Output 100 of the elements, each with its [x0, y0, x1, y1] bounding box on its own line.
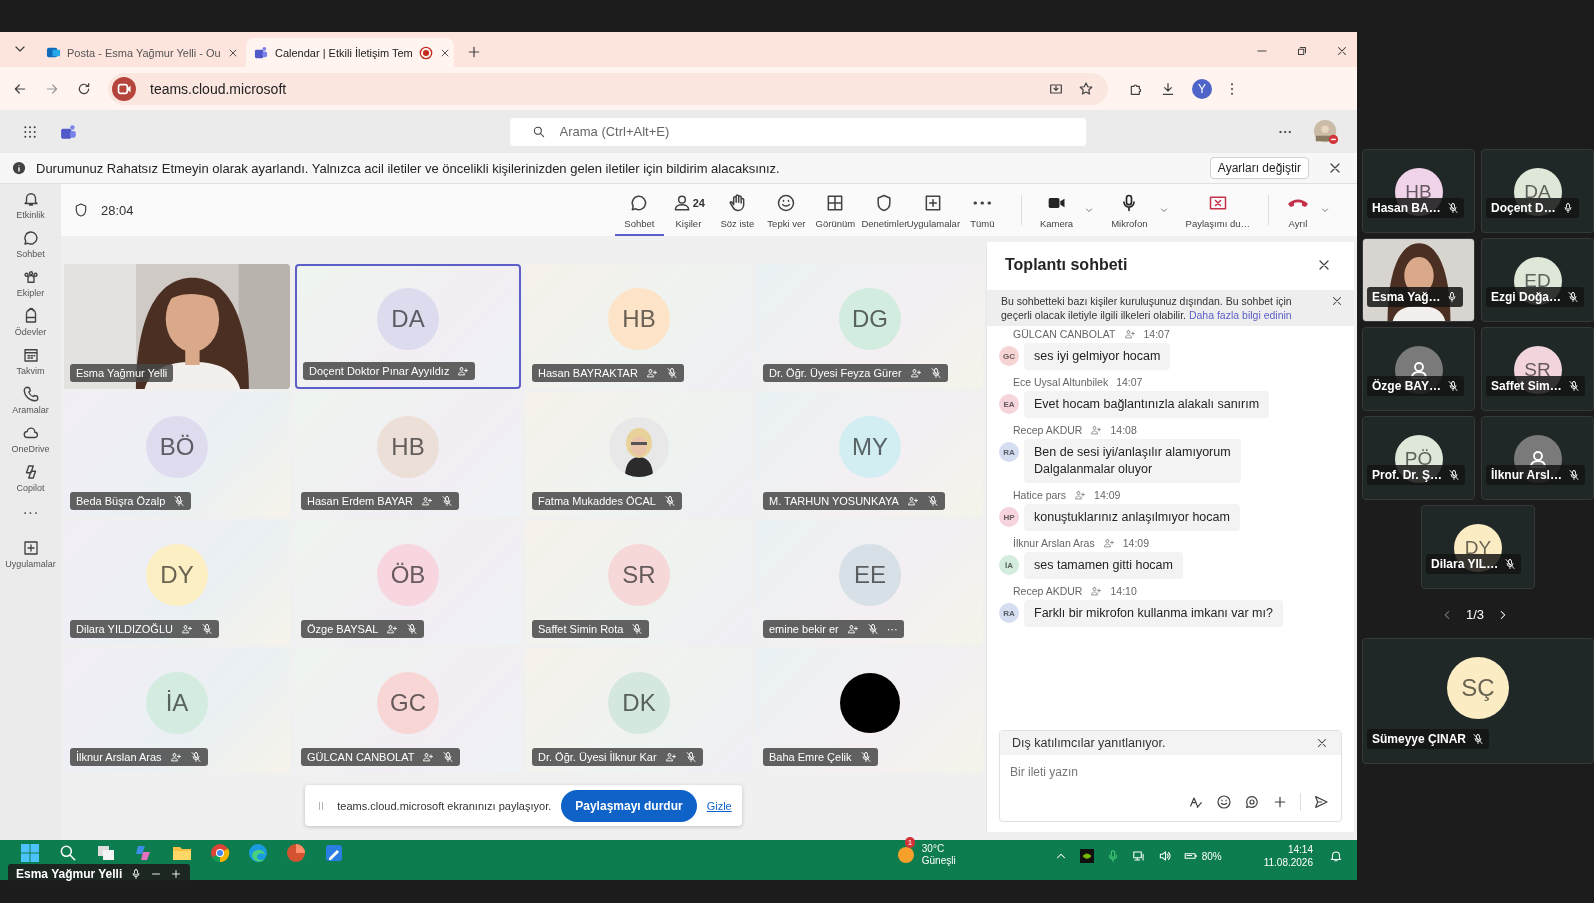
toolbar-button[interactable]: Kamera	[1035, 184, 1078, 236]
close-icon[interactable]	[1330, 294, 1344, 308]
pen-app-icon[interactable]	[324, 843, 344, 863]
windows-start-icon[interactable]	[20, 843, 40, 863]
participant-tile[interactable]: HB Hasan BAYRAKTAR	[526, 264, 752, 389]
status-notice: Durumunuz Rahatsız Etmeyin olarak ayarlandı. Yalnızca acil iletiler ve öncelikli kişilerinizden gelen iletiler için bildirim alacaksınız.	[36, 160, 780, 176]
participant-tile[interactable]: DY Dilara YIL…	[1421, 505, 1535, 589]
phone-icon	[1287, 198, 1309, 208]
participant-tile[interactable]: SR Saffet Simin Rota	[526, 520, 752, 645]
participant-name: Beda Büşra Özalp	[76, 495, 166, 507]
participant-tile[interactable]: Fatma Mukaddes ÖCAL	[526, 392, 752, 517]
browser-tab[interactable]: Calendar | Etkili İletişim Tem	[246, 38, 454, 67]
search-icon[interactable]	[58, 843, 78, 863]
participant-tile[interactable]: DA Doçent Doktor Pınar Ayyıldız	[295, 264, 521, 389]
app-launcher-icon[interactable]	[22, 123, 38, 140]
participant-tile[interactable]: HB Hasan Erdem BAYAR	[295, 392, 521, 517]
search-input[interactable]: Arama (Ctrl+Alt+E)	[557, 123, 1074, 140]
slides-app-icon[interactable]	[286, 843, 306, 863]
participant-tile[interactable]: Esma Yağ…	[1362, 238, 1475, 322]
toolbar-button[interactable]: Tepki ver	[761, 184, 811, 236]
bell-icon[interactable]	[1329, 849, 1343, 863]
toolbar-button[interactable]: Denetimler	[859, 184, 909, 236]
participant-name: Esma Yağmur Yelli	[76, 367, 168, 379]
participant-tile[interactable]: ED Ezgi Doğa…	[1481, 238, 1594, 322]
avatar: İA	[999, 555, 1019, 575]
toolbar-button[interactable]: 24 Kişiler	[663, 184, 713, 236]
participant-tile[interactable]: İlknur Arsl…	[1481, 416, 1594, 500]
participant-tile[interactable]: HB Hasan BA…	[1362, 149, 1475, 233]
message-field[interactable]: Bir ileti yazın	[1000, 755, 1341, 789]
participant-tile[interactable]: GC GÜLCAN CANBOLAT	[295, 648, 521, 773]
toolbar-button[interactable]: Sohbet	[614, 184, 664, 236]
site-icon	[112, 76, 136, 101]
new-tab-icon[interactable]	[466, 44, 482, 60]
participant-tile[interactable]: İA İlknur Arslan Aras	[64, 648, 290, 773]
rail-item[interactable]: Etkinlik	[1, 190, 60, 220]
more-apps-button[interactable]: ···	[22, 502, 39, 530]
close-icon[interactable]	[1315, 736, 1329, 750]
participant-tile[interactable]: DG Dr. Öğr. Üyesi Feyza Gürer	[757, 264, 983, 389]
participant-tile[interactable]: Baha Emre Çelik	[757, 648, 983, 773]
profile-avatar[interactable]: Y	[1192, 78, 1212, 99]
participant-tile[interactable]: ÖB Özge BAYSAL	[295, 520, 521, 645]
wave-browser-icon[interactable]	[248, 843, 268, 863]
browser-icon[interactable]	[210, 843, 230, 863]
participant-tile[interactable]: DY Dilara YILDIZOĞLU	[64, 520, 290, 645]
rail-item[interactable]: Aramalar	[1, 385, 60, 415]
reload-icon[interactable]	[76, 80, 92, 97]
rail-item[interactable]: Ödevler	[1, 307, 60, 337]
search-field[interactable]: Arama (Ctrl+Alt+E)	[509, 117, 1086, 146]
rail-item[interactable]: Copilot	[1, 463, 60, 493]
participant-tile[interactable]: DK Dr. Öğr. Üyesi İlknur Kar	[526, 648, 752, 773]
send-icon[interactable]	[1313, 794, 1329, 810]
change-settings-button[interactable]: Ayarları değiştir	[1209, 157, 1309, 179]
participant-tile[interactable]: SÇ Sümeyye ÇINAR	[1362, 638, 1594, 764]
participant-tile[interactable]: PÖ Prof. Dr. Ş…	[1362, 416, 1475, 500]
star-icon[interactable]	[1078, 80, 1094, 97]
rail-item[interactable]: Uygulamalar	[1, 539, 60, 569]
toolbar-button[interactable]: Paylaşımı du…	[1181, 184, 1254, 236]
browser-tab[interactable]: Posta - Esma Yağmur Yelli - Ou	[38, 38, 246, 67]
more-button[interactable]: ···	[886, 623, 898, 635]
participant-tile[interactable]: MY M. TARHUN YOSUNKAYA	[757, 392, 983, 517]
download-icon[interactable]	[1160, 80, 1176, 97]
toolbar-button[interactable]: Görünüm	[810, 184, 860, 236]
volume-icon[interactable]	[1157, 849, 1172, 863]
participant-tile[interactable]: Esma Yağmur Yelli	[64, 264, 290, 389]
participant-tile[interactable]: DA Doçent D…	[1481, 149, 1594, 233]
rail-item[interactable]: Takvim	[1, 346, 60, 376]
weather-condition: Güneşli	[921, 855, 956, 867]
hide-link[interactable]: Gizle	[706, 799, 732, 812]
rail-item[interactable]: OneDrive	[1, 424, 60, 454]
avatar: İA	[146, 671, 208, 734]
address-field[interactable]: teams.cloud.microsoft	[108, 72, 1108, 105]
external-notice: Bu sohbetteki bazı kişiler kuruluşunuz dışından. Bu sohbet için geçerli olacak iletiyle ilgili ilkeleri olabilir. Daha fazla bilgi edinin	[1001, 294, 1293, 322]
gpu-app-icon[interactable]	[1079, 849, 1094, 863]
participant-tile[interactable]: Özge BAY…	[1362, 327, 1475, 411]
shield-icon	[73, 202, 89, 218]
restore-icon[interactable]	[1295, 44, 1309, 58]
message-time: 14:08	[1110, 424, 1137, 436]
message-field[interactable]: Dış katılımcılar yanıtlanıyor. Bir ileti yazın	[999, 730, 1342, 822]
rail-item[interactable]: Ekipler	[1, 268, 60, 298]
toolbar-button[interactable]: Uygulamalar	[908, 184, 958, 236]
participant-name: GÜLCAN CANBOLAT	[307, 751, 415, 763]
participant-tile[interactable]: BÖ Beda Büşra Özalp	[64, 392, 290, 517]
stop-sharing-button[interactable]: Paylaşmayı durdur	[561, 789, 697, 822]
task-view-icon[interactable]	[96, 843, 116, 863]
toolbar-button[interactable]: Söz iste	[712, 184, 762, 236]
message-text: Farklı bir mikrofon kullanma imkanı var mı?	[1034, 605, 1273, 622]
loop-icon[interactable]	[1244, 794, 1260, 810]
leave-button[interactable]: Ayrıl	[1283, 184, 1313, 236]
participant-tile[interactable]: EE emine bekir er ···	[757, 520, 983, 645]
microphone-icon[interactable]	[130, 868, 143, 880]
plus-icon[interactable]	[170, 868, 183, 880]
emoji-icon[interactable]	[1216, 794, 1232, 810]
close-icon[interactable]	[1335, 44, 1349, 58]
rail-item[interactable]: Sohbet	[1, 229, 60, 259]
learn-more-link[interactable]: Daha fazla bilgi edinin	[1188, 309, 1292, 321]
participant-tile[interactable]: SR Saffet Sim…	[1481, 327, 1594, 411]
team-app-icon	[60, 122, 78, 141]
network-icon[interactable]	[1131, 849, 1146, 863]
message-time: 14:09	[1094, 489, 1121, 501]
toolbar-button[interactable]: Mikrofon	[1107, 184, 1152, 236]
